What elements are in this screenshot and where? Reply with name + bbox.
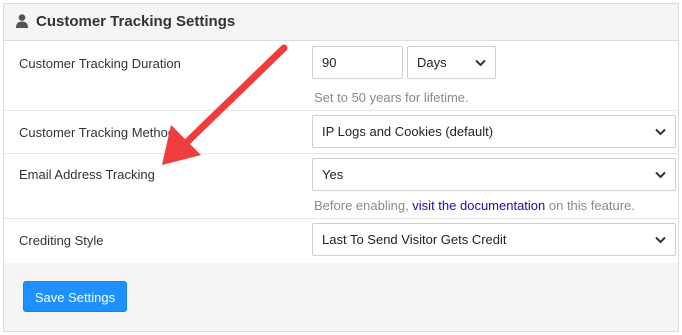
annotation-arrow-icon xyxy=(162,44,288,165)
